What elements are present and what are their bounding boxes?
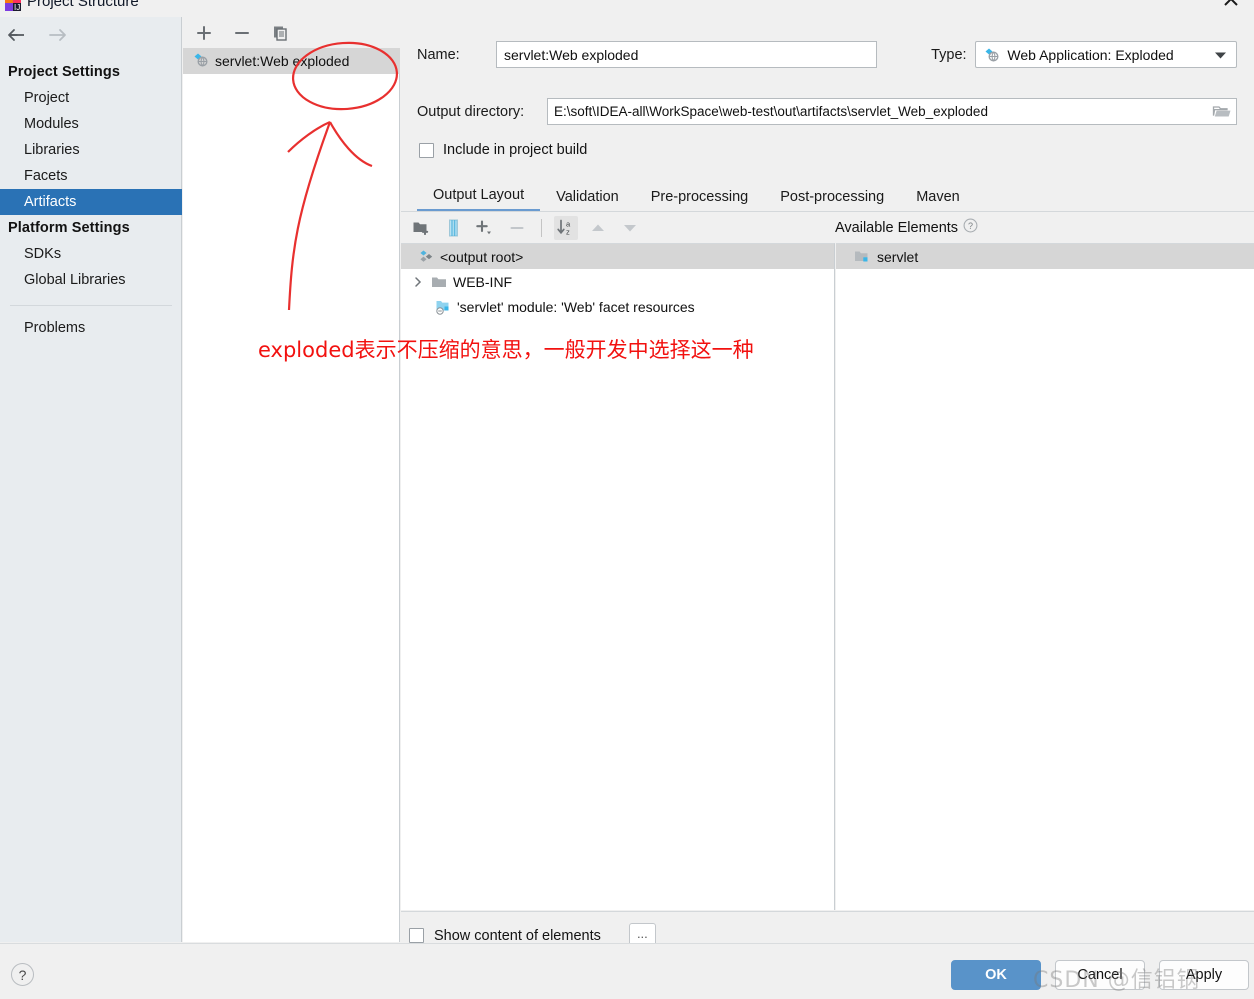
sidebar-group-project-settings: Project Settings — [8, 64, 120, 80]
output-layout-toolbar: a z — [401, 212, 1254, 243]
tree-row-label: 'servlet' module: 'Web' facet resources — [457, 298, 695, 315]
tree-row-label: <output root> — [440, 248, 524, 265]
sidebar-item-artifacts[interactable]: Artifacts — [0, 189, 182, 215]
sort-az-icon[interactable]: a z — [554, 215, 578, 240]
toolbar-divider — [541, 218, 542, 237]
web-exploded-artifact-icon — [193, 52, 209, 71]
settings-sidebar: Project Settings Project Modules Librari… — [0, 17, 182, 942]
help-icon[interactable]: ? — [963, 218, 978, 237]
sidebar-navigation — [0, 17, 182, 52]
tree-row-label: servlet — [877, 248, 919, 265]
tree-row-available-servlet[interactable]: servlet — [836, 244, 1254, 269]
tree-row-web-inf[interactable]: WEB-INF — [401, 269, 834, 294]
tree-row-servlet-module-facet[interactable]: 'servlet' module: 'Web' facet resources — [401, 294, 834, 319]
output-directory-row: Output directory: — [417, 98, 1237, 125]
output-directory-input[interactable] — [547, 98, 1237, 125]
folder-icon — [431, 275, 447, 289]
tab-validation[interactable]: Validation — [540, 189, 635, 211]
tab-maven[interactable]: Maven — [900, 189, 976, 211]
add-artifact-button[interactable] — [193, 22, 215, 44]
project-structure-dialog: IJ Project Structure Project Settings Pr… — [0, 0, 1254, 999]
sidebar-item-global-libraries[interactable]: Global Libraries — [0, 267, 182, 293]
settings-tree: Project Settings Project Modules Librari… — [0, 59, 182, 341]
ok-button[interactable]: OK — [951, 960, 1041, 990]
artifact-type-select[interactable]: Web Application: Exploded — [975, 41, 1237, 68]
sidebar-item-problems[interactable]: Problems — [0, 306, 182, 341]
arrow-down-icon — [618, 216, 642, 240]
folder-browse-icon[interactable] — [1212, 103, 1232, 123]
watermark: CSDN @信铝锅 — [1033, 968, 1200, 993]
artifact-list-item-label: servlet:Web exploded — [215, 53, 350, 69]
sidebar-item-project[interactable]: Project — [0, 85, 182, 111]
available-elements-tree: servlet — [836, 243, 1254, 910]
include-in-build-checkbox[interactable] — [419, 142, 434, 158]
intellij-idea-icon: IJ — [4, 0, 22, 12]
include-in-build-label: Include in project build — [443, 142, 588, 158]
module-facet-icon — [435, 299, 451, 315]
show-content-checkbox[interactable] — [409, 928, 424, 943]
name-label: Name: — [417, 46, 460, 63]
artifact-list-toolbar — [183, 17, 400, 48]
artifact-type-value: Web Application: Exploded — [1007, 46, 1174, 63]
help-icon[interactable]: ? — [11, 963, 34, 986]
sidebar-item-facets[interactable]: Facets — [0, 163, 182, 189]
sidebar-item-sdks[interactable]: SDKs — [0, 241, 182, 267]
copy-artifact-button[interactable] — [269, 22, 291, 44]
available-elements-label: Available Elements — [835, 219, 959, 236]
forward-arrow-icon[interactable] — [44, 22, 70, 48]
sidebar-item-modules[interactable]: Modules — [0, 111, 182, 137]
name-field-row: Name: Type: Web Application: Exploded — [417, 41, 1237, 68]
svg-text:IJ: IJ — [14, 3, 20, 12]
plus-dropdown-icon[interactable] — [473, 216, 497, 240]
artifact-root-icon — [419, 249, 434, 264]
svg-text:?: ? — [968, 221, 973, 231]
remove-artifact-button[interactable] — [231, 22, 253, 44]
chevron-right-icon[interactable] — [409, 276, 427, 288]
sidebar-group-platform-settings: Platform Settings — [8, 220, 130, 236]
sidebar-item-libraries[interactable]: Libraries — [0, 137, 182, 163]
output-directory-label: Output directory: — [417, 103, 525, 120]
artifact-list-pane: servlet:Web exploded — [183, 17, 400, 942]
artifact-list-item-servlet-web-exploded[interactable]: servlet:Web exploded — [183, 48, 400, 74]
svg-text:z: z — [566, 227, 570, 236]
artifact-editor-pane: Name: Type: Web Application: Exploded Ou — [401, 17, 1254, 948]
tree-row-output-root[interactable]: <output root> — [401, 244, 834, 269]
title-bar: IJ Project Structure — [0, 0, 1254, 17]
show-content-label: Show content of elements — [434, 927, 601, 944]
output-layout-tree: <output root> WEB-INF 'servlet' module: … — [401, 243, 835, 910]
window-title: Project Structure — [27, 0, 139, 10]
tab-post-processing[interactable]: Post-processing — [764, 189, 900, 211]
tree-row-label: WEB-INF — [453, 273, 513, 290]
new-folder-icon[interactable] — [409, 216, 433, 240]
back-arrow-icon[interactable] — [4, 22, 30, 48]
arrow-up-icon — [586, 216, 610, 240]
available-elements-header: Available Elements ? — [835, 212, 978, 243]
chevron-down-icon — [1214, 47, 1227, 63]
include-in-build-row[interactable]: Include in project build — [419, 142, 587, 158]
tab-output-layout[interactable]: Output Layout — [417, 187, 541, 211]
close-icon[interactable] — [1220, 0, 1242, 13]
artifact-name-input[interactable] — [496, 41, 878, 68]
minus-icon — [505, 216, 529, 240]
archive-icon[interactable] — [441, 216, 465, 240]
type-label: Type: — [931, 46, 967, 63]
editor-tabs: Output Layout Validation Pre-processing … — [417, 180, 1254, 211]
module-folder-icon — [854, 250, 870, 264]
web-exploded-artifact-icon — [984, 47, 1000, 63]
tab-pre-processing[interactable]: Pre-processing — [635, 189, 765, 211]
